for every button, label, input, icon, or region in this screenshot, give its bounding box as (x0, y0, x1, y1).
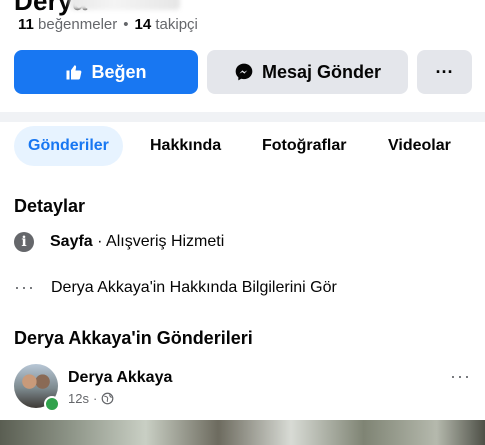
likes-label: beğenmeler (38, 16, 118, 33)
more-options-button[interactable]: ··· (417, 50, 472, 94)
redacted-name-blur (70, 0, 180, 10)
details-heading: Detaylar (14, 196, 86, 216)
page-type-row: i Sayfa · Alışveriş Hizmeti (14, 232, 224, 252)
tab-videos[interactable]: Videolar (388, 126, 451, 166)
followers-stat[interactable]: 14 takipçi (135, 16, 198, 33)
tab-photos[interactable]: Fotoğraflar (262, 126, 346, 166)
post-time[interactable]: 12s (68, 391, 89, 406)
info-icon: i (14, 232, 34, 252)
post-meta: 12s · (68, 391, 114, 406)
thumbs-up-icon (66, 65, 82, 80)
like-button[interactable]: Beğen (14, 50, 198, 94)
post-author[interactable]: Derya Akkaya (68, 369, 172, 387)
online-status-dot (44, 396, 60, 412)
about-link-row[interactable]: ··· Derya Akkaya'in Hakkında Bilgilerini… (14, 277, 337, 298)
likes-stat[interactable]: 11 beğenmeler (18, 16, 117, 33)
followers-count: 14 (134, 16, 152, 33)
meta-separator: · (92, 391, 98, 406)
profile-stats: 11 beğenmeler • 14 takipçi (18, 16, 198, 33)
message-button-label: Mesaj Gönder (261, 61, 382, 82)
post-options-icon[interactable]: ··· (450, 366, 471, 387)
stats-separator: • (123, 16, 129, 33)
ellipsis-icon: ··· (14, 277, 35, 297)
globe-icon (101, 392, 114, 405)
profile-tabs: Gönderiler Hakkında Fotoğraflar Videolar (0, 126, 485, 168)
like-button-label: Beğen (91, 61, 147, 82)
section-divider (0, 112, 485, 122)
messenger-icon (235, 63, 253, 81)
likes-count: 11 (18, 16, 34, 33)
post-image[interactable] (0, 420, 485, 445)
about-link-text: Derya Akkaya'in Hakkında Bilgilerini Gör (50, 278, 337, 296)
followers-label: takipçi (155, 16, 198, 33)
page-type-label: Sayfa (50, 233, 93, 250)
more-dots-icon: ··· (435, 61, 454, 82)
tab-about[interactable]: Hakkında (150, 126, 221, 166)
page-category: · Alışveriş Hizmeti (92, 233, 225, 250)
message-button[interactable]: Mesaj Gönder (207, 50, 408, 94)
tab-posts[interactable]: Gönderiler (14, 126, 123, 166)
posts-heading: Derya Akkaya'in Gönderileri (14, 328, 253, 348)
